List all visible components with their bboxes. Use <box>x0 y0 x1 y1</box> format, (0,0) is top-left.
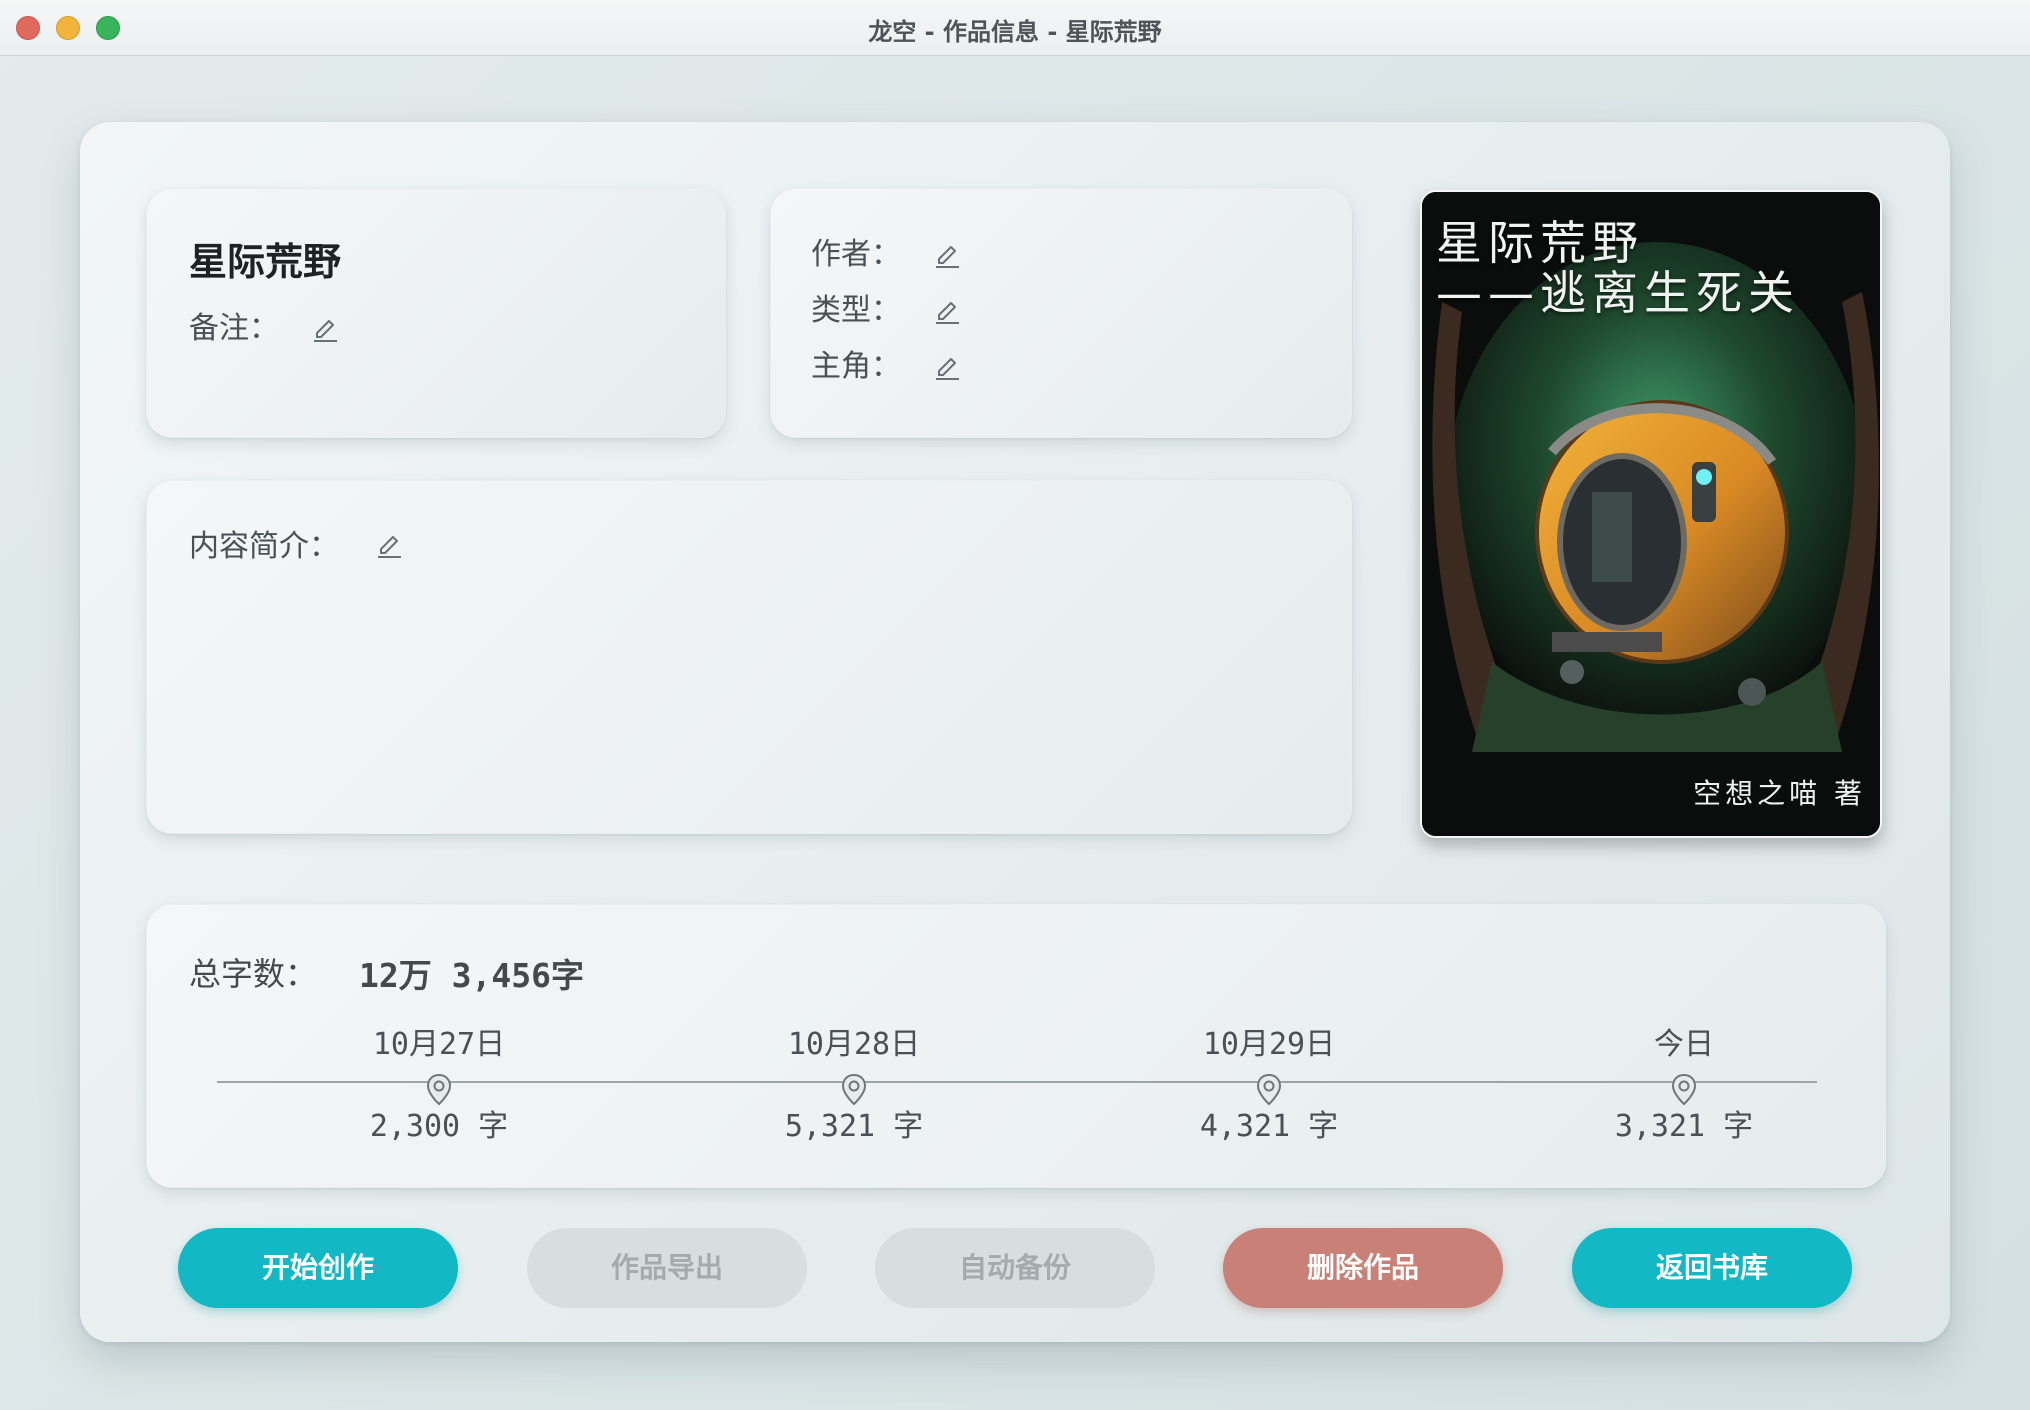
timeline-count: 4,321 字 <box>1199 1109 1339 1144</box>
timeline-date: 10月29日 <box>1202 1027 1336 1062</box>
timeline-count: 5,321 字 <box>784 1109 924 1144</box>
timeline-line <box>217 1081 1817 1083</box>
word-count-card: 总字数： 12万 3,456字 10月27日 2,300 字 10月28日 5,… <box>146 904 1886 1188</box>
total-words-label: 总字数： <box>189 955 318 993</box>
author-label: 作者： <box>811 237 901 272</box>
start-writing-button[interactable]: 开始创作 <box>178 1228 458 1308</box>
timeline-date: 今日 <box>1654 1027 1714 1062</box>
title-card: 星际荒野 备注： <box>146 188 726 438</box>
timeline-point: 10月28日 5,321 字 <box>754 1019 954 1144</box>
edit-note-pencil-icon[interactable] <box>309 311 341 343</box>
work-title: 星际荒野 <box>189 240 342 284</box>
window-titlebar: 龙空 - 作品信息 - 星际荒野 <box>0 0 2030 56</box>
cover-title: 星际荒野 ——逃离生死关 <box>1436 218 1800 318</box>
meta-card: 作者： 类型： 主角： <box>770 188 1352 438</box>
window-title: 龙空 - 作品信息 - 星际荒野 <box>868 18 1162 46</box>
timeline-count: 2,300 字 <box>369 1109 509 1144</box>
edit-author-pencil-icon[interactable] <box>931 237 963 269</box>
timeline-point: 10月27日 2,300 字 <box>339 1019 539 1144</box>
delete-work-button[interactable]: 删除作品 <box>1223 1228 1503 1308</box>
total-words-value: 12万 3,456字 <box>359 956 584 995</box>
back-to-library-button[interactable]: 返回书库 <box>1572 1228 1852 1308</box>
timeline-point: 今日 3,321 字 <box>1584 1019 1784 1144</box>
export-work-button[interactable]: 作品导出 <box>527 1228 807 1308</box>
timeline-count: 3,321 字 <box>1614 1109 1754 1144</box>
edit-genre-pencil-icon[interactable] <box>931 293 963 325</box>
edit-protagonist-pencil-icon[interactable] <box>931 349 963 381</box>
timeline-date: 10月27日 <box>372 1027 506 1062</box>
book-cover-image[interactable]: 星际荒野 ——逃离生死关 空想之喵 著 <box>1420 190 1882 838</box>
cover-author: 空想之喵 著 <box>1693 777 1866 810</box>
cover-title-line1: 星际荒野 <box>1436 216 1644 270</box>
synopsis-label: 内容简介： <box>189 529 339 564</box>
note-label: 备注： <box>189 311 279 346</box>
genre-label: 类型： <box>811 293 901 328</box>
synopsis-card: 内容简介： <box>146 480 1352 834</box>
edit-synopsis-pencil-icon[interactable] <box>373 527 405 559</box>
auto-backup-button[interactable]: 自动备份 <box>875 1228 1155 1308</box>
protagonist-label: 主角： <box>811 349 901 384</box>
timeline-point: 10月29日 4,321 字 <box>1169 1019 1369 1144</box>
cover-title-line2: ——逃离生死关 <box>1436 266 1800 320</box>
timeline-date: 10月28日 <box>787 1027 921 1062</box>
